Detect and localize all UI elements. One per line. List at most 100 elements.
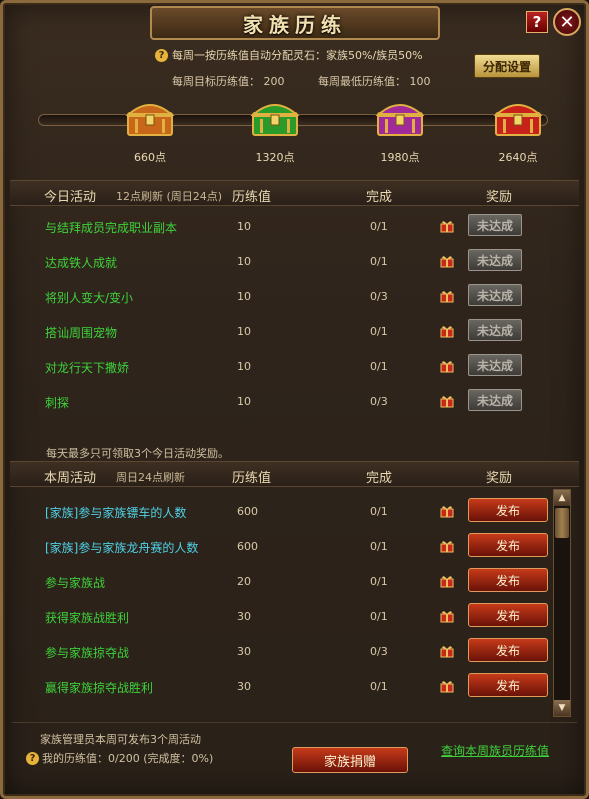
treasure-chest-icon[interactable] [125, 95, 175, 139]
activity-name: [家族]参与家族龙舟赛的人数 [45, 541, 199, 555]
daily-activity-row: 达成铁人成就 10 0/1 未达成 [10, 244, 550, 279]
scroll-down-icon[interactable]: ▼ [554, 700, 570, 716]
title-bar: 家族历练 [150, 6, 440, 40]
not-achieved-button[interactable]: 未达成 [468, 354, 522, 376]
activity-name: 赢得家族掠夺战胜利 [45, 681, 154, 695]
activity-value: 10 [237, 325, 251, 338]
treasure-chest-icon[interactable] [375, 95, 425, 139]
scroll-thumb[interactable] [555, 508, 569, 538]
activity-value: 10 [237, 395, 251, 408]
activity-name: 参与家族战 [45, 576, 106, 590]
publish-button[interactable]: 发布 [468, 603, 548, 627]
allocation-info-text: 每周一按历练值自动分配灵石：家族50%/族员50% [172, 49, 423, 62]
weekly-col-progress: 完成 [366, 471, 393, 486]
publish-button[interactable]: 发布 [468, 533, 548, 557]
weekly-activity-row: [家族]参与家族龙舟赛的人数 600 0/1 发布 [10, 529, 550, 564]
activity-progress: 0/3 [370, 395, 388, 408]
not-achieved-button[interactable]: 未达成 [468, 214, 522, 236]
publish-button[interactable]: 发布 [468, 673, 548, 697]
activity-value: 10 [237, 255, 251, 268]
footer-divider [12, 722, 577, 723]
weekly-refresh-note: 周日24点刷新 [116, 471, 185, 484]
daily-activity-row: 搭讪周围宠物 10 0/1 未达成 [10, 314, 550, 349]
weekly-scrollbar[interactable]: ▲ ▼ [553, 489, 571, 717]
gift-icon[interactable] [440, 538, 454, 553]
family-donate-button[interactable]: 家族捐赠 [292, 747, 408, 773]
gift-icon[interactable] [440, 253, 454, 268]
activity-value: 30 [237, 680, 251, 693]
activity-value: 30 [237, 610, 251, 623]
publish-button[interactable]: 发布 [468, 568, 548, 592]
close-button[interactable]: ✕ [553, 8, 581, 36]
chest-threshold-label: 660点 [134, 151, 166, 164]
chest-threshold-label: 1320点 [255, 151, 295, 164]
activity-name: 刺探 [45, 396, 70, 410]
activity-progress: 0/1 [370, 505, 388, 518]
daily-activity-row: 将别人变大/变小 10 0/3 未达成 [10, 279, 550, 314]
weekly-target-label: 每周目标历练值： 200 [172, 75, 285, 88]
activity-value: 20 [237, 575, 251, 588]
activity-progress: 0/1 [370, 255, 388, 268]
publish-button[interactable]: 发布 [468, 638, 548, 662]
question-icon[interactable]: ? [26, 751, 39, 765]
scroll-up-icon[interactable]: ▲ [554, 490, 570, 506]
weekly-activity-row: 获得家族战胜利 30 0/1 发布 [10, 599, 550, 634]
activity-value: 10 [237, 290, 251, 303]
publish-button[interactable]: 发布 [468, 498, 548, 522]
weekly-col-reward: 奖励 [486, 471, 513, 486]
gift-icon[interactable] [440, 503, 454, 518]
activity-progress: 0/1 [370, 680, 388, 693]
my-value-text: 我的历练值：0/200 (完成度：0%) [42, 752, 214, 765]
allocation-info: ? 每周一按历练值自动分配灵石：家族50%/族员50% [155, 47, 423, 63]
activity-progress: 0/3 [370, 290, 388, 303]
weekly-header-title: 本周活动 [44, 471, 97, 486]
daily-activity-row: 与结拜成员完成职业副本 10 0/1 未达成 [10, 209, 550, 244]
activity-name: 获得家族战胜利 [45, 611, 130, 625]
allocation-settings-button[interactable]: 分配设置 [474, 54, 540, 78]
activity-value: 10 [237, 220, 251, 233]
daily-refresh-note: 12点刷新 (周日24点) [116, 190, 223, 203]
not-achieved-button[interactable]: 未达成 [468, 389, 522, 411]
gift-icon[interactable] [440, 608, 454, 623]
not-achieved-button[interactable]: 未达成 [468, 319, 522, 341]
gift-icon[interactable] [440, 288, 454, 303]
my-value-line: ? 我的历练值：0/200 (完成度：0%) [26, 750, 213, 766]
daily-activities-header: 今日活动 12点刷新 (周日24点) 历练值 完成 奖励 [10, 180, 579, 206]
daily-activity-row: 刺探 10 0/3 未达成 [10, 384, 550, 419]
gift-icon[interactable] [440, 323, 454, 338]
daily-col-reward: 奖励 [486, 190, 513, 205]
gift-icon[interactable] [440, 573, 454, 588]
activity-progress: 0/1 [370, 540, 388, 553]
weekly-activity-row: 参与家族掠夺战 30 0/3 发布 [10, 634, 550, 669]
gift-icon[interactable] [440, 393, 454, 408]
activity-progress: 0/1 [370, 610, 388, 623]
help-button[interactable]: ? [526, 11, 548, 33]
not-achieved-button[interactable]: 未达成 [468, 284, 522, 306]
activity-name: 达成铁人成就 [45, 256, 118, 270]
weekly-activity-row: [家族]参与家族镖车的人数 600 0/1 发布 [10, 494, 550, 529]
daily-limit-note: 每天最多只可领取3个今日活动奖励。 [46, 447, 229, 460]
chest-threshold-label: 2640点 [498, 151, 538, 164]
gift-icon[interactable] [440, 358, 454, 373]
weekly-activities-header: 本周活动 周日24点刷新 历练值 完成 奖励 [10, 461, 579, 487]
treasure-chest-icon[interactable] [250, 95, 300, 139]
activity-value: 30 [237, 645, 251, 658]
activity-name: [家族]参与家族镖车的人数 [45, 506, 187, 520]
weekly-activity-row: 参与家族战 20 0/1 发布 [10, 564, 550, 599]
activity-name: 搭讪周围宠物 [45, 326, 118, 340]
daily-col-value: 历练值 [232, 190, 272, 205]
not-achieved-button[interactable]: 未达成 [468, 249, 522, 271]
gift-icon[interactable] [440, 218, 454, 233]
gift-icon[interactable] [440, 678, 454, 693]
daily-col-progress: 完成 [366, 190, 393, 205]
activity-name: 对龙行天下撒娇 [45, 361, 130, 375]
activity-value: 600 [237, 505, 258, 518]
window-title: 家族历练 [243, 12, 347, 37]
question-icon[interactable]: ? [155, 48, 168, 62]
activity-progress: 0/1 [370, 325, 388, 338]
activity-name: 将别人变大/变小 [45, 291, 134, 305]
query-member-values-link[interactable]: 查询本周族员历练值 [441, 742, 549, 759]
treasure-chest-icon[interactable] [493, 95, 543, 139]
gift-icon[interactable] [440, 643, 454, 658]
activity-name: 与结拜成员完成职业副本 [45, 221, 178, 235]
